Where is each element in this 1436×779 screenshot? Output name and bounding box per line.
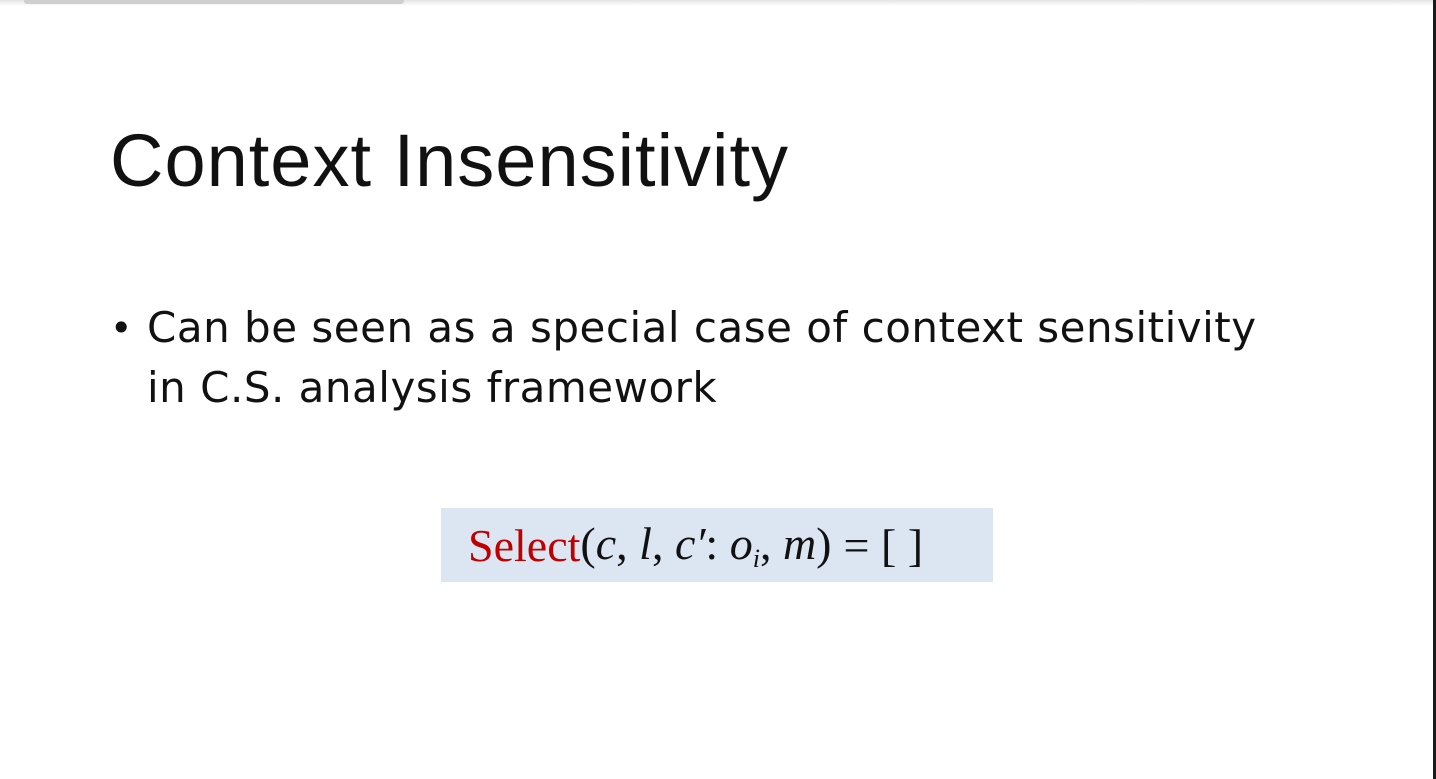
formula-function-name: Select <box>468 519 581 571</box>
formula-result: = [ ] <box>843 519 924 571</box>
top-tab-strip <box>24 0 404 4</box>
formula-arguments: (c, l, c′: oi, m) <box>580 517 832 573</box>
formula-box: Select (c, l, c′: oi, m) = [ ] <box>441 508 993 582</box>
bullet-text: Can be seen as a special case of context… <box>147 303 1257 412</box>
slide-title: Context Insensitivity <box>110 119 790 202</box>
bullet-marker: • <box>110 306 133 350</box>
slide: Context Insensitivity • Can be seen as a… <box>0 0 1436 779</box>
